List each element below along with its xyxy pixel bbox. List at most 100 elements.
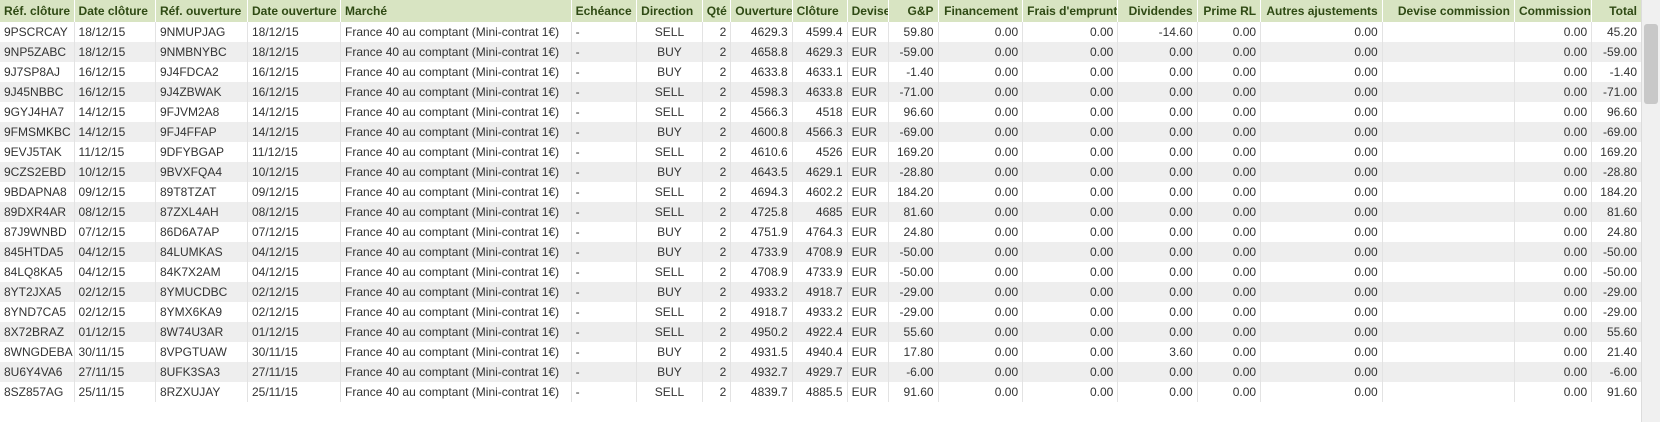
cell-ref-cloture: 8U6Y4VA6 (0, 362, 75, 382)
table-row[interactable]: 84LQ8KA5 04/12/15 84K7X2AM 04/12/15 France 4… (0, 262, 1642, 282)
cell-financement: 0.00 (938, 102, 1024, 122)
cell-devise: EUR (847, 342, 889, 362)
cell-ref-ouverture: 86D6A7AP (155, 222, 248, 242)
cell-ref-ouverture: 8RZXUJAY (155, 382, 248, 402)
cell-commission: 0.00 (1514, 222, 1593, 242)
table-row[interactable]: 9EVJ5TAK 11/12/15 9DFYBGAP 11/12/15 France 4… (0, 142, 1642, 162)
cell-total: -29.00 (1591, 282, 1642, 302)
cell-date-ouverture: 16/12/15 (247, 82, 342, 102)
cell-prime-rl: 0.00 (1197, 222, 1262, 242)
cell-frais-emprunt: 0.00 (1022, 62, 1119, 82)
cell-date-ouverture: 04/12/15 (247, 262, 342, 282)
cell-gp: -28.80 (888, 162, 939, 182)
cell-total: 184.20 (1591, 182, 1642, 202)
cell-frais-emprunt: 0.00 (1022, 362, 1119, 382)
cell-echeance: - (571, 82, 638, 102)
cell-gp: 91.60 (888, 382, 939, 402)
cell-financement: 0.00 (938, 122, 1024, 142)
table-row[interactable]: 87J9WNBD 07/12/15 86D6A7AP 07/12/15 France 4… (0, 222, 1642, 242)
cell-dividendes: 0.00 (1117, 62, 1198, 82)
table-row[interactable]: 9BDAPNA8 09/12/15 89T8TZAT 09/12/15 France 4… (0, 182, 1642, 202)
cell-frais-emprunt: 0.00 (1022, 82, 1119, 102)
table-row[interactable]: 89DXR4AR 08/12/15 87ZXL4AH 08/12/15 France 4… (0, 202, 1642, 222)
col-header-devise-commission[interactable]: Devise commission (1382, 0, 1515, 22)
cell-total: -28.80 (1591, 162, 1642, 182)
cell-devise: EUR (847, 22, 889, 42)
col-header-ouverture[interactable]: Ouverture (730, 0, 793, 22)
cell-autres-ajustements: 0.00 (1260, 262, 1383, 282)
col-header-gp[interactable]: G&P (888, 0, 939, 22)
table-row[interactable]: 8X72BRAZ 01/12/15 8W74U3AR 01/12/15 France 4… (0, 322, 1642, 342)
col-header-financement[interactable]: Financement (938, 0, 1024, 22)
cell-cloture: 4518 (792, 102, 848, 122)
cell-frais-emprunt: 0.00 (1022, 222, 1119, 242)
cell-ouverture: 4566.3 (730, 102, 793, 122)
cell-direction: BUY (636, 282, 703, 302)
cell-ref-ouverture: 8YMX6KA9 (155, 302, 248, 322)
cell-autres-ajustements: 0.00 (1260, 42, 1383, 62)
col-header-commission[interactable]: Commission (1514, 0, 1593, 22)
cell-devise-commission (1382, 182, 1515, 202)
cell-date-cloture: 08/12/15 (74, 202, 156, 222)
cell-financement: 0.00 (938, 162, 1024, 182)
table-row[interactable]: 9GYJ4HA7 14/12/15 9FJVM2A8 14/12/15 France 4… (0, 102, 1642, 122)
cell-date-cloture: 09/12/15 (74, 182, 156, 202)
table-row[interactable]: 8YT2JXA5 02/12/15 8YMUCDBC 02/12/15 France 4… (0, 282, 1642, 302)
cell-financement: 0.00 (938, 342, 1024, 362)
col-header-echeance[interactable]: Echéance (571, 0, 638, 22)
vertical-scrollbar[interactable] (1641, 0, 1660, 422)
cell-ref-ouverture: 9NMBNYBC (155, 42, 248, 62)
cell-ouverture: 4633.8 (730, 62, 793, 82)
table-row[interactable]: 9J45NBBC 16/12/15 9J4ZBWAK 16/12/15 France 4… (0, 82, 1642, 102)
cell-devise: EUR (847, 322, 889, 342)
cell-ouverture: 4932.7 (730, 362, 793, 382)
col-header-devise[interactable]: Devise (847, 0, 889, 22)
col-header-autres-ajustements[interactable]: Autres ajustements (1260, 0, 1383, 22)
cell-frais-emprunt: 0.00 (1022, 182, 1119, 202)
table-row[interactable]: 8YND7CA5 02/12/15 8YMX6KA9 02/12/15 France 4… (0, 302, 1642, 322)
col-header-prime-rl[interactable]: Prime RL (1197, 0, 1262, 22)
cell-commission: 0.00 (1514, 242, 1593, 262)
col-header-total[interactable]: Total (1591, 0, 1642, 22)
cell-devise-commission (1382, 22, 1515, 42)
table-row[interactable]: 8U6Y4VA6 27/11/15 8UFK3SA3 27/11/15 France 4… (0, 362, 1642, 382)
cell-commission: 0.00 (1514, 182, 1593, 202)
table-row[interactable]: 9FMSMKBC 14/12/15 9FJ4FFAP 14/12/15 France 4… (0, 122, 1642, 142)
table-row[interactable]: 9CZS2EBD 10/12/15 9BVXFQA4 10/12/15 France 4… (0, 162, 1642, 182)
cell-marche: France 40 au comptant (Mini-contrat 1€) (340, 262, 572, 282)
col-header-date-ouverture[interactable]: Date ouverture (247, 0, 342, 22)
col-header-ref-ouverture[interactable]: Réf. ouverture (155, 0, 248, 22)
cell-autres-ajustements: 0.00 (1260, 202, 1383, 222)
table-row[interactable]: 9PSCRCAY 18/12/15 9NMUPJAG 18/12/15 France 4… (0, 22, 1642, 42)
col-header-marche[interactable]: Marché (340, 0, 572, 22)
cell-qte: 2 (702, 42, 732, 62)
cell-devise: EUR (847, 382, 889, 402)
table-row[interactable]: 8WNGDEBA 30/11/15 8VPGTUAW 30/11/15 France 4… (0, 342, 1642, 362)
cell-total: 96.60 (1591, 102, 1642, 122)
col-header-cloture[interactable]: Clôture (792, 0, 848, 22)
col-header-qte[interactable]: Qté (702, 0, 732, 22)
col-header-date-cloture[interactable]: Date clôture (74, 0, 156, 22)
cell-devise-commission (1382, 342, 1515, 362)
col-header-direction[interactable]: Direction (636, 0, 703, 22)
cell-qte: 2 (702, 62, 732, 82)
table-row[interactable]: 8SZ857AG 25/11/15 8RZXUJAY 25/11/15 France 4… (0, 382, 1642, 402)
col-header-dividendes[interactable]: Dividendes (1117, 0, 1198, 22)
col-header-frais-emprunt[interactable]: Frais d'emprunt (1022, 0, 1119, 22)
table-row[interactable]: 845HTDA5 04/12/15 84LUMKAS 04/12/15 France 4… (0, 242, 1642, 262)
table-row[interactable]: 9NP5ZABC 18/12/15 9NMBNYBC 18/12/15 France 4… (0, 42, 1642, 62)
cell-autres-ajustements: 0.00 (1260, 382, 1383, 402)
cell-direction: BUY (636, 242, 703, 262)
cell-echeance: - (571, 122, 638, 142)
cell-direction: SELL (636, 182, 703, 202)
cell-prime-rl: 0.00 (1197, 162, 1262, 182)
cell-gp: -50.00 (888, 262, 939, 282)
cell-frais-emprunt: 0.00 (1022, 162, 1119, 182)
cell-dividendes: 0.00 (1117, 102, 1198, 122)
scrollbar-thumb[interactable] (1644, 24, 1658, 104)
cell-cloture: 4764.3 (792, 222, 848, 242)
table-row[interactable]: 9J7SP8AJ 16/12/15 9J4FDCA2 16/12/15 France 4… (0, 62, 1642, 82)
cell-date-cloture: 04/12/15 (74, 262, 156, 282)
col-header-ref-cloture[interactable]: Réf. clôture (0, 0, 75, 22)
cell-commission: 0.00 (1514, 382, 1593, 402)
